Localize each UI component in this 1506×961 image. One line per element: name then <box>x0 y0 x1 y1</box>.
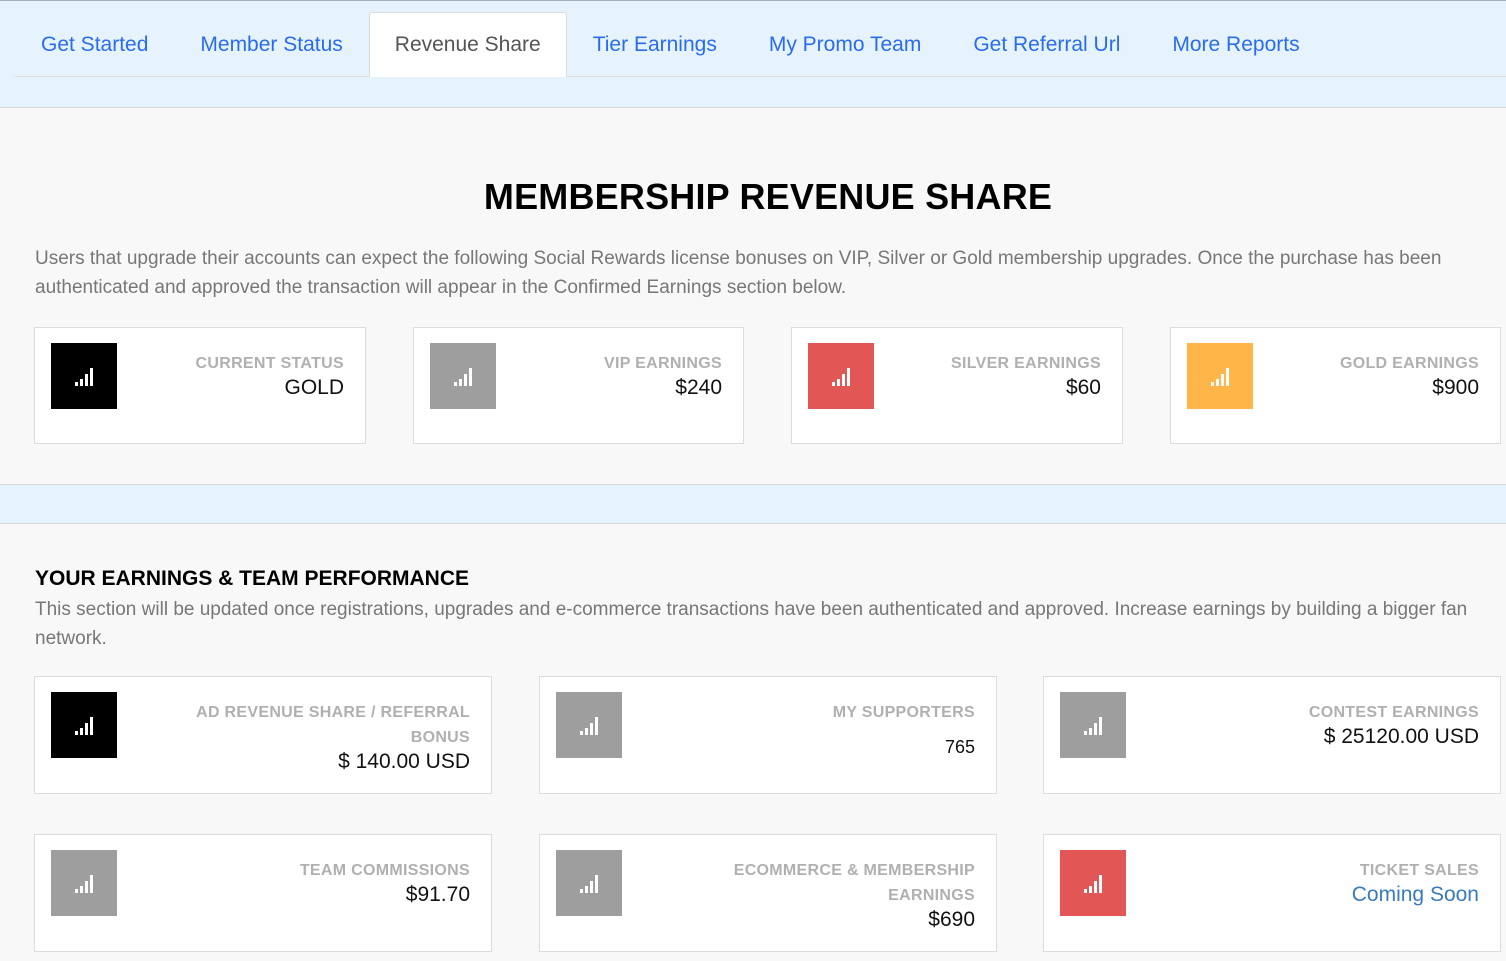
tab-more-reports[interactable]: More Reports <box>1146 13 1325 77</box>
signal-bars-icon <box>430 343 496 409</box>
earnings-description: This section will be updated once regist… <box>35 599 1468 649</box>
revenue-share-section: MEMBERSHIP REVENUE SHARE Users that upgr… <box>0 108 1506 484</box>
earnings-title: YOUR EARNINGS & TEAM PERFORMANCE <box>35 567 470 590</box>
card-value: $900 <box>1432 376 1479 399</box>
ticket-sales-card: TICKET SALES Coming Soon <box>1043 834 1501 952</box>
earnings-section: YOUR EARNINGS & TEAM PERFORMANCE This se… <box>0 524 1506 961</box>
card-label: CURRENT STATUS <box>195 355 344 372</box>
signal-bars-icon <box>556 692 622 758</box>
card-label-line2: EARNINGS <box>888 887 975 904</box>
my-supporters-card: MY SUPPORTERS 765 <box>539 676 997 794</box>
current-status-card: CURRENT STATUS GOLD <box>34 327 366 444</box>
card-value: $ 140.00 USD <box>338 750 470 773</box>
contest-earnings-card: CONTEST EARNINGS $ 25120.00 USD <box>1043 676 1501 794</box>
revenue-share-description: Users that upgrade their accounts can ex… <box>35 248 1442 298</box>
card-label-line2: BONUS <box>410 729 470 746</box>
tab-get-started[interactable]: Get Started <box>15 13 174 77</box>
card-label: VIP EARNINGS <box>604 355 722 372</box>
tab-member-status[interactable]: Member Status <box>174 13 368 77</box>
card-value: $240 <box>675 376 722 399</box>
card-value: $60 <box>1065 376 1101 399</box>
signal-bars-icon <box>51 850 117 916</box>
card-value: $ 25120.00 USD <box>1323 725 1479 748</box>
signal-bars-icon <box>556 850 622 916</box>
card-label: SILVER EARNINGS <box>951 355 1101 372</box>
vip-earnings-card: VIP EARNINGS $240 <box>413 327 744 444</box>
top-nav-bar: Get Started Member Status Revenue Share … <box>0 0 1506 108</box>
gold-earnings-card: GOLD EARNINGS $900 <box>1170 327 1501 444</box>
page-title: MEMBERSHIP REVENUE SHARE <box>483 176 1053 217</box>
card-label-line1: AD REVENUE SHARE / REFERRAL <box>196 704 470 721</box>
signal-bars-icon <box>808 343 874 409</box>
ecommerce-membership-earnings-card: ECOMMERCE & MEMBERSHIP EARNINGS $690 <box>539 834 997 952</box>
card-label: AD REVENUE SHARE / REFERRAL BONUS <box>196 700 470 750</box>
tab-tier-earnings[interactable]: Tier Earnings <box>567 13 743 77</box>
nav-tabs: Get Started Member Status Revenue Share … <box>15 12 1506 77</box>
tab-my-promo-team[interactable]: My Promo Team <box>743 13 948 77</box>
card-value: $690 <box>928 908 975 931</box>
signal-bars-icon <box>1187 343 1253 409</box>
signal-bars-icon <box>51 343 117 409</box>
section-divider-band <box>0 484 1506 524</box>
card-label: CONTEST EARNINGS <box>1308 704 1479 721</box>
ad-revenue-share-card: AD REVENUE SHARE / REFERRAL BONUS $ 140.0… <box>34 676 492 794</box>
card-label: ECOMMERCE & MEMBERSHIP EARNINGS <box>734 858 975 908</box>
tab-get-referral-url[interactable]: Get Referral Url <box>947 13 1146 77</box>
tab-revenue-share[interactable]: Revenue Share <box>368 12 567 77</box>
signal-bars-icon <box>1060 850 1126 916</box>
card-label: GOLD EARNINGS <box>1339 355 1479 372</box>
card-label-line1: ECOMMERCE & MEMBERSHIP <box>733 862 975 879</box>
card-label: MY SUPPORTERS <box>832 704 975 721</box>
card-value: 765 <box>944 737 975 757</box>
silver-earnings-card: SILVER EARNINGS $60 <box>791 327 1123 444</box>
team-commissions-card: TEAM COMMISSIONS $91.70 <box>34 834 492 952</box>
coming-soon-link[interactable]: Coming Soon <box>1352 883 1479 907</box>
signal-bars-icon <box>1060 692 1126 758</box>
card-label: TICKET SALES <box>1359 862 1479 879</box>
signal-bars-icon <box>51 692 117 758</box>
card-value: GOLD <box>284 376 344 399</box>
card-value: $91.70 <box>405 883 470 906</box>
card-label: TEAM COMMISSIONS <box>299 862 470 879</box>
